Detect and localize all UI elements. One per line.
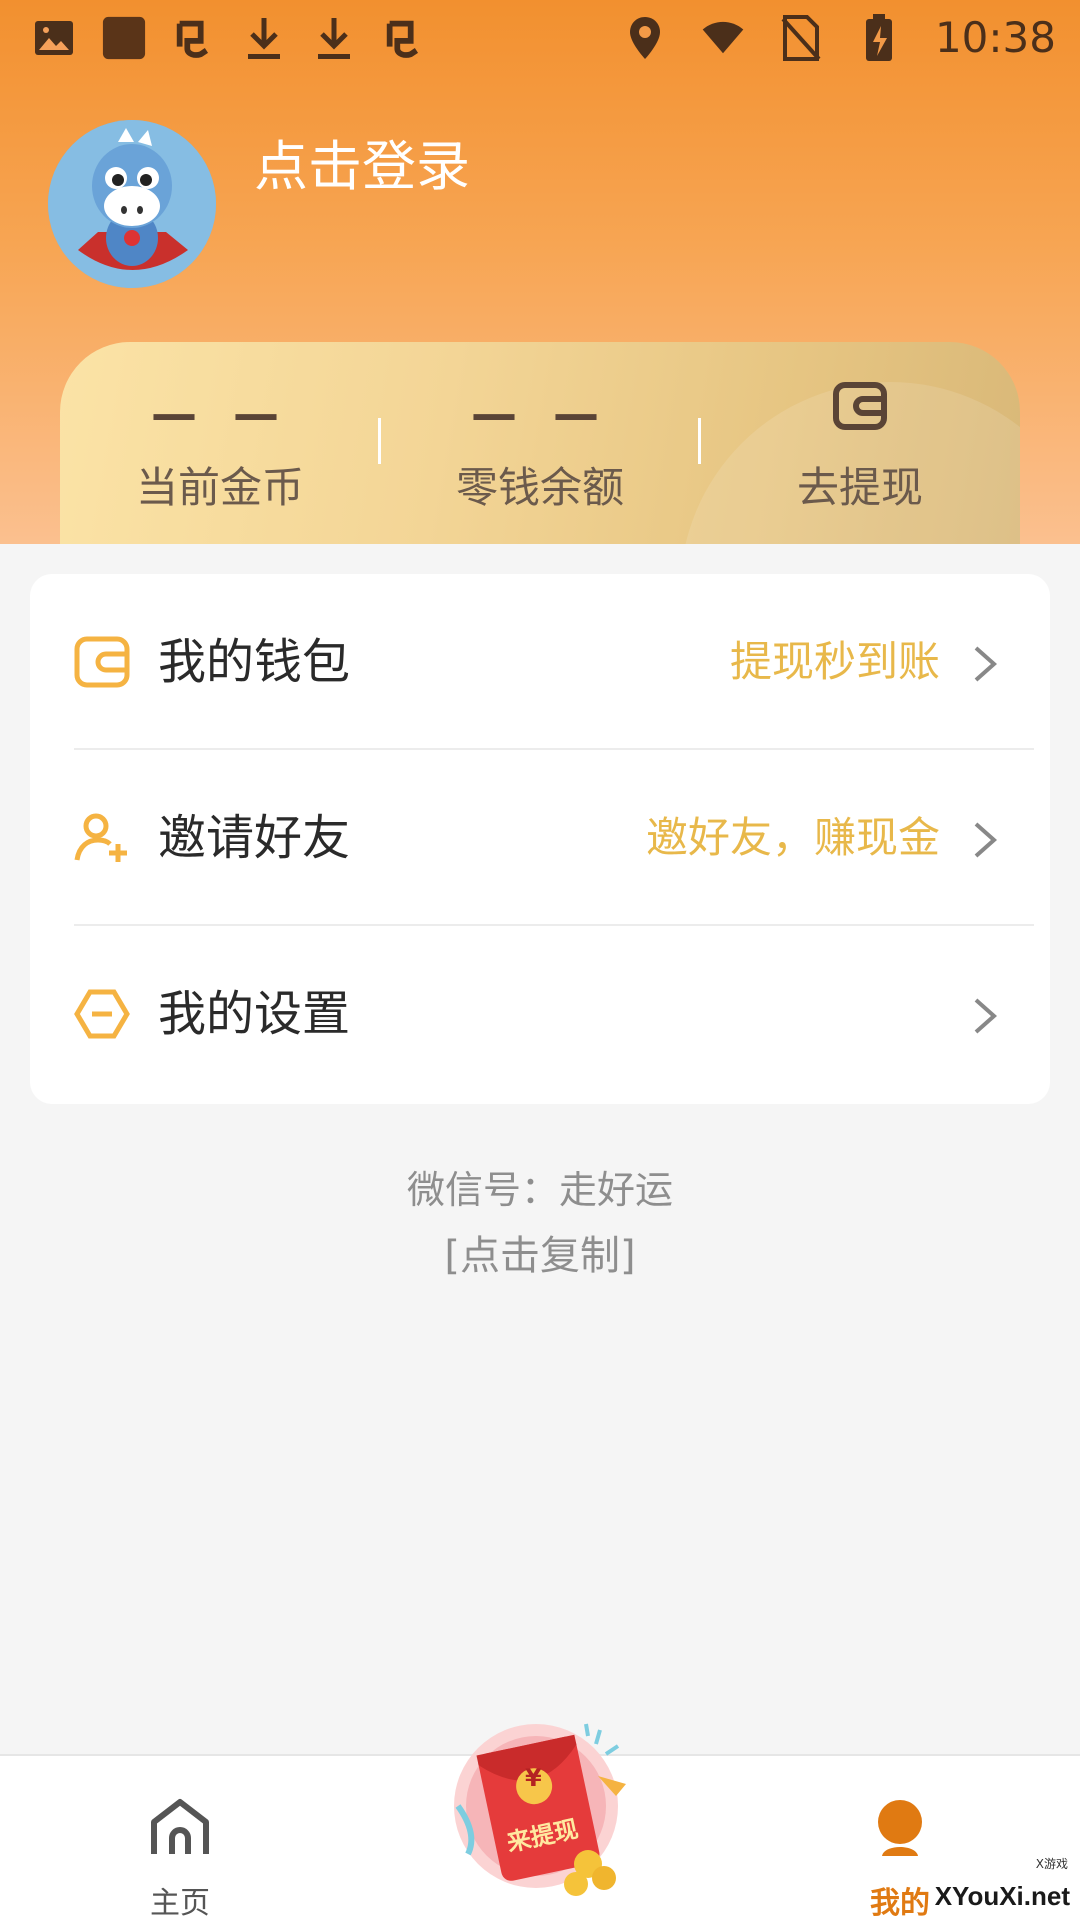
wifi-icon [701,10,745,66]
menu-item-hint: 邀好友，赚现金 [645,813,940,862]
clock: 10:38 [934,13,1056,62]
wallet-icon [74,636,130,688]
add-user-icon [74,813,127,862]
watermark: XYouXi.net [934,1881,1070,1911]
withdraw-red-envelope-button[interactable]: ¥ 来提现 [448,1714,638,1904]
menu-item-label: 邀请好友 [158,810,351,866]
chevron-right-icon [974,822,998,858]
stat-balance[interactable]: — — 零钱余额 [380,342,700,544]
location-icon [623,10,667,66]
menu-item-hint: 提现秒到账 [729,637,940,686]
chevron-right-icon [974,646,998,682]
settings-hexagon-icon [74,989,130,1039]
bug-icon [172,10,216,66]
balance-label: 零钱余额 [455,463,624,512]
menu-item-label: 我的钱包 [158,634,351,690]
battery-charging-icon [857,10,901,66]
wallet-icon [833,382,887,430]
red-envelope-icon [454,1723,626,1896]
user-icon [878,1800,922,1856]
status-bar: 10:38 [0,0,1080,76]
tab-home-label: 主页 [150,1886,210,1921]
menu-item-label: 我的设置 [158,986,351,1042]
red-envelope-symbol: ¥ [525,1764,542,1792]
avatar[interactable] [48,120,216,288]
menu-item-settings[interactable]: 我的设置 [30,926,1050,1102]
horse-mascot-avatar [48,120,216,288]
download-icon [312,10,356,66]
menu-card: 我的钱包 提现秒到账 邀请好友 邀好友，赚现金 我的设置 [30,574,1050,1104]
wechat-id: 微信号：走好运 [406,1168,673,1212]
home-icon [151,1799,209,1854]
watermark-small: X游戏 [1035,1857,1068,1871]
copy-wechat-button[interactable]: [点击复制] [0,1228,1080,1284]
withdraw-button[interactable]: 去提现 [700,342,1020,544]
coins-value: — — [150,387,289,441]
download-icon [242,10,286,66]
menu-item-invite[interactable]: 邀请好友 邀好友，赚现金 [30,750,1050,926]
coins-label: 当前金币 [135,463,304,512]
tab-home[interactable]: 主页 [120,1776,240,1921]
bug-icon [382,10,426,66]
chevron-right-icon [974,998,998,1034]
image-icon [32,10,76,66]
stat-coins[interactable]: — — 当前金币 [60,342,380,544]
login-button[interactable]: 点击登录 [254,132,470,202]
menu-item-wallet[interactable]: 我的钱包 提现秒到账 [30,574,1050,750]
balance-value: — — [470,387,609,441]
withdraw-label: 去提现 [796,463,923,512]
app-square-icon [102,10,146,66]
stats-card: — — 当前金币 — — 零钱余额 去提现 [60,342,1020,544]
no-sim-icon [779,10,823,66]
